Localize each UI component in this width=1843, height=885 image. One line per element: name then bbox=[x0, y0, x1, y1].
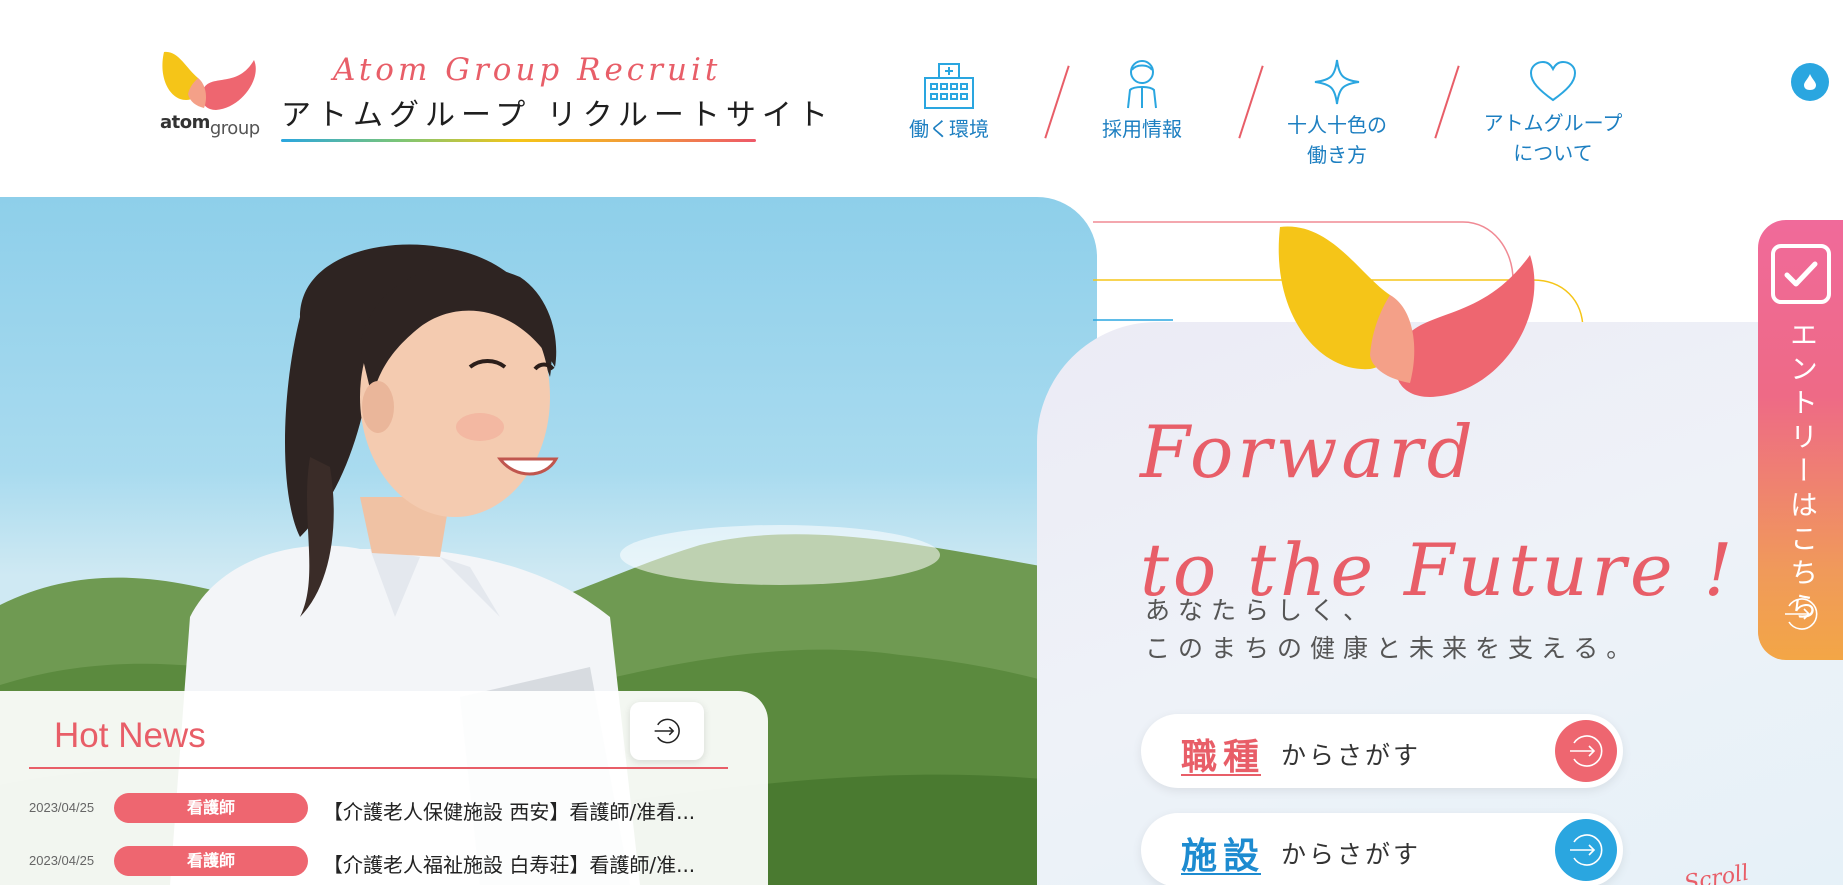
atom-group-logo-large bbox=[1278, 226, 1535, 397]
keyword-underline bbox=[1181, 774, 1261, 776]
search-by-job-button[interactable]: 職種 からさがす bbox=[1141, 714, 1623, 788]
news-divider bbox=[29, 767, 728, 769]
news-headline: 【介護老人福祉施設 白寿荘】看護師/准... bbox=[323, 853, 696, 877]
search-rest-label: からさがす bbox=[1281, 840, 1422, 869]
arrow-circle-icon bbox=[1555, 819, 1617, 881]
hot-news-title: Hot News bbox=[54, 716, 206, 755]
entry-button[interactable]: エントリーはこちら bbox=[1758, 220, 1843, 660]
keyword-underline bbox=[1181, 873, 1261, 875]
brand-title-jp[interactable]: アトムグループ リクルートサイト bbox=[281, 90, 834, 134]
nav-divider bbox=[1238, 65, 1264, 139]
brand-title-en: Atom Group Recruit bbox=[333, 52, 722, 88]
entry-label: エントリーはこちら bbox=[1786, 320, 1819, 626]
checkbox-icon bbox=[1771, 244, 1831, 304]
arrow-circle-icon bbox=[1785, 598, 1818, 630]
nav-label: 採用情報 bbox=[1102, 117, 1182, 141]
sparkle-icon bbox=[1314, 59, 1360, 105]
nav-label: 働く環境 bbox=[909, 117, 989, 141]
nav-label: について bbox=[1513, 141, 1593, 165]
nav-divider bbox=[1044, 65, 1070, 139]
news-item[interactable]: 2023/04/25 看護師 【介護老人保健施設 西安】看護師/准看... bbox=[29, 793, 729, 824]
news-date: 2023/04/25 bbox=[29, 853, 95, 868]
search-rest-label: からさがす bbox=[1281, 741, 1422, 770]
news-category-badge: 看護師 bbox=[114, 846, 308, 876]
nav-diverse-workstyles[interactable]: 十人十色の 働き方 bbox=[1272, 58, 1402, 170]
search-by-facility-button[interactable]: 施設 からさがす bbox=[1141, 813, 1623, 885]
brand-gradient-underline bbox=[281, 139, 756, 142]
nav-about-atom-group[interactable]: アトムグループ について bbox=[1473, 60, 1633, 168]
search-keyword: 職種 bbox=[1181, 737, 1266, 778]
nav-label: 働き方 bbox=[1307, 143, 1367, 167]
news-more-button[interactable] bbox=[630, 702, 704, 760]
news-date: 2023/04/25 bbox=[29, 800, 95, 815]
accessibility-button[interactable] bbox=[1791, 63, 1829, 101]
nav-label: 十人十色の bbox=[1287, 113, 1387, 137]
search-keyword: 施設 bbox=[1181, 836, 1266, 877]
nav-divider bbox=[1434, 65, 1460, 139]
nav-recruitment-info[interactable]: 採用情報 bbox=[1093, 58, 1191, 144]
news-headline: 【介護老人保健施設 西安】看護師/准看... bbox=[323, 800, 696, 824]
nav-label: アトムグループ bbox=[1483, 111, 1623, 135]
hospital-icon bbox=[924, 63, 974, 109]
drop-icon bbox=[1804, 74, 1816, 90]
nav-work-environment[interactable]: 働く環境 bbox=[900, 60, 998, 144]
hot-news-panel: Hot News 2023/04/25 看護師 【介護老人保健施設 西安】看護師… bbox=[0, 691, 768, 885]
news-category-badge: 看護師 bbox=[114, 793, 308, 823]
site-header: atomgroup Atom Group Recruit アトムグループ リクル… bbox=[0, 0, 1843, 197]
logo-wordmark: atomgroup bbox=[160, 112, 260, 139]
hero-tagline-jp: あなたらしく、 このまちの健康と未来を支える。 bbox=[1145, 596, 1640, 663]
arrow-circle-icon bbox=[654, 718, 680, 744]
arrow-circle-icon bbox=[1555, 720, 1617, 782]
person-icon bbox=[1127, 60, 1157, 109]
heart-icon bbox=[1529, 60, 1577, 102]
news-item[interactable]: 2023/04/25 看護師 【介護老人福祉施設 白寿荘】看護師/准... bbox=[29, 846, 729, 877]
